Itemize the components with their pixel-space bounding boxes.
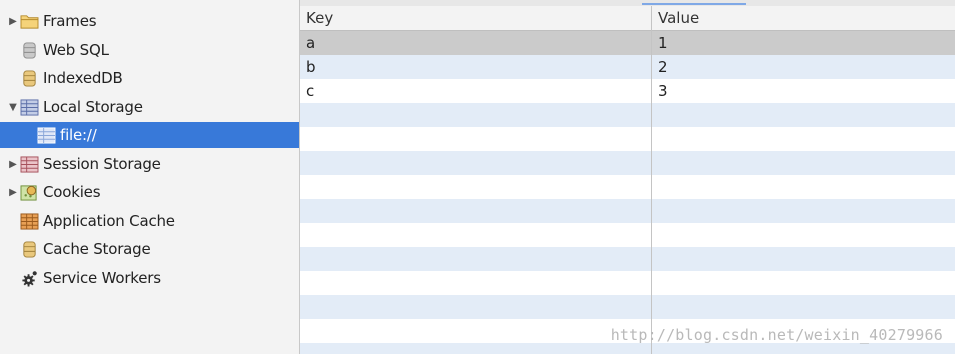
- empty-row: [300, 103, 955, 127]
- sidebar-item-file-origin[interactable]: file://: [0, 122, 299, 148]
- sidebar-item-label: Frames: [43, 12, 97, 30]
- gear-icon: [19, 269, 39, 287]
- resize-handle[interactable]: [642, 3, 746, 5]
- expand-arrow-icon[interactable]: ▶: [7, 186, 19, 198]
- empty-row: [300, 343, 955, 354]
- column-divider[interactable]: [651, 6, 652, 354]
- sidebar-item-label: Cache Storage: [43, 240, 151, 258]
- sidebar-item-cookies[interactable]: ▶ Cookies: [0, 179, 299, 205]
- empty-row: [300, 127, 955, 151]
- grid-header: Key Value: [300, 6, 955, 31]
- cell-value[interactable]: 1: [652, 31, 955, 55]
- table-row[interactable]: c 3: [300, 79, 955, 103]
- sidebar-item-service-workers[interactable]: Service Workers: [0, 265, 299, 291]
- sidebar-item-label: Web SQL: [43, 41, 109, 59]
- sidebar-item-label: Session Storage: [43, 155, 161, 173]
- cell-key[interactable]: a: [300, 31, 651, 55]
- database-icon: [19, 41, 39, 59]
- empty-row: [300, 199, 955, 223]
- sidebar-item-label: IndexedDB: [43, 69, 123, 87]
- sidebar-item-label: Cookies: [43, 183, 101, 201]
- database-icon: [19, 69, 39, 87]
- empty-row: [300, 223, 955, 247]
- empty-row: [300, 247, 955, 271]
- sidebar-item-local-storage[interactable]: ▼ Local Storage: [0, 94, 299, 120]
- empty-row: [300, 151, 955, 175]
- sidebar-item-label: Service Workers: [43, 269, 161, 287]
- cell-value[interactable]: 2: [652, 55, 955, 79]
- cell-key[interactable]: b: [300, 55, 651, 79]
- sidebar-item-web-sql[interactable]: Web SQL: [0, 37, 299, 63]
- sidebar-item-label: file://: [60, 126, 97, 144]
- folder-icon: [19, 12, 39, 30]
- column-header-value[interactable]: Value: [652, 6, 955, 30]
- sidebar-item-label: Local Storage: [43, 98, 143, 116]
- cookie-icon: [19, 183, 39, 201]
- column-header-key[interactable]: Key: [300, 6, 651, 30]
- sidebar-item-label: Application Cache: [43, 212, 175, 230]
- cell-value[interactable]: 3: [652, 79, 955, 103]
- table-icon: [36, 126, 56, 144]
- watermark-text: http://blog.csdn.net/weixin_40279966: [610, 326, 943, 344]
- empty-row: [300, 175, 955, 199]
- sidebar-item-application-cache[interactable]: Application Cache: [0, 208, 299, 234]
- table-row[interactable]: b 2: [300, 55, 955, 79]
- empty-row: [300, 271, 955, 295]
- cell-key[interactable]: c: [300, 79, 651, 103]
- table-row[interactable]: a 1: [300, 31, 955, 55]
- empty-row: [300, 295, 955, 319]
- grid-icon: [19, 212, 39, 230]
- table-icon: [19, 98, 39, 116]
- sidebar-item-frames[interactable]: ▶ Frames: [0, 8, 299, 34]
- storage-data-grid: Key Value a 1 b 2 c 3: [300, 0, 955, 354]
- table-icon: [19, 155, 39, 173]
- sidebar-item-session-storage[interactable]: ▶ Session Storage: [0, 151, 299, 177]
- sidebar-item-cache-storage[interactable]: Cache Storage: [0, 236, 299, 262]
- resources-sidebar: ▶ Frames Web SQL IndexedDB ▼ Local Stora…: [0, 0, 300, 354]
- expand-arrow-icon[interactable]: ▶: [7, 158, 19, 170]
- expand-arrow-icon[interactable]: ▶: [7, 15, 19, 27]
- database-icon: [19, 240, 39, 258]
- sidebar-item-indexeddb[interactable]: IndexedDB: [0, 65, 299, 91]
- collapse-arrow-icon[interactable]: ▼: [7, 101, 19, 113]
